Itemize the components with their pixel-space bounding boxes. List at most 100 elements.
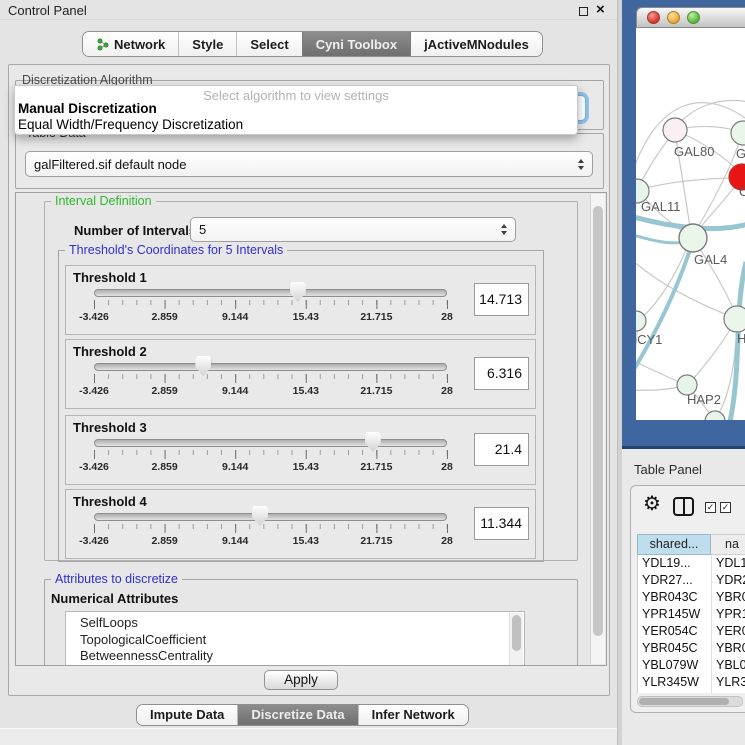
table-row[interactable]: YBL079WYBL0 [638, 657, 745, 674]
bottom-strip [0, 728, 617, 745]
number-of-intervals-spinner[interactable]: 5 [190, 217, 516, 242]
table-data-selected-value: galFiltered.sif default node [26, 157, 578, 172]
table-row[interactable]: YDL19...YDL1 [638, 555, 745, 572]
horizontal-scrollbar[interactable] [637, 696, 743, 707]
threshold-1-label: Threshold 1 [73, 270, 147, 285]
threshold-2-panel: Threshold 2 -3.426 2.859 9.144 15.43 21.… [65, 339, 536, 409]
slider-ticks [94, 374, 449, 383]
float-window-icon[interactable] [579, 7, 588, 16]
list-item[interactable]: TopologicalCoefficient [66, 632, 524, 649]
thresholds-group-title: Threshold's Coordinates for 5 Intervals [65, 243, 287, 257]
table-rows: YDL19...YDL1 YDR27...YDR2 YBR043CYBR0 YP… [637, 555, 745, 693]
list-scrollbar-thumb[interactable] [512, 615, 521, 651]
gear-icon[interactable]: ⚙ [643, 494, 661, 514]
threshold-3-label: Threshold 3 [73, 420, 147, 435]
column-header-shared-name[interactable]: shared... [637, 534, 711, 555]
table-panel: Table Panel ⚙ ✓ ✓ shared... na YDL19...Y… [622, 449, 745, 745]
table-row[interactable]: YLR345WYLR3 [638, 674, 745, 691]
settings-scrollbar[interactable] [590, 194, 605, 664]
table-row[interactable]: YBR043CYBR0 [638, 589, 745, 606]
network-window-titlebar[interactable] [636, 7, 745, 28]
network-view-window: GAL80 GA C GAL11 GAL4 GCY1 H HAP2 [622, 0, 745, 449]
tab-infer-network[interactable]: Infer Network [358, 705, 468, 725]
slider-ticks [94, 300, 449, 309]
split-table-icon[interactable] [673, 497, 694, 516]
svg-text:H: H [737, 331, 745, 346]
list-item[interactable]: SelfLoops [66, 612, 524, 632]
threshold-4-thumb[interactable] [252, 506, 268, 526]
threshold-4-value-field[interactable]: 11.344 [474, 507, 529, 540]
attributes-group: Attributes to discretize Numerical Attri… [44, 579, 578, 666]
tab-jactivemnodules[interactable]: jActiveMNodules [410, 32, 542, 56]
combo-arrows-icon [578, 159, 584, 170]
network-node[interactable] [705, 411, 725, 420]
network-node[interactable] [679, 224, 707, 252]
threshold-2-thumb[interactable] [195, 356, 211, 376]
tab-discretize-data[interactable]: Discretize Data [237, 705, 357, 725]
network-node[interactable] [724, 306, 745, 332]
tab-cyni-toolbox[interactable]: Cyni Toolbox [302, 32, 410, 56]
attributes-group-title: Attributes to discretize [51, 572, 182, 586]
table-row[interactable]: YDR27...YDR2 [638, 572, 745, 589]
panel-title: Control Panel [8, 3, 87, 18]
tab-network-label: Network [114, 37, 165, 52]
zoom-traffic-light[interactable] [687, 11, 700, 24]
horizontal-scrollbar-thumb[interactable] [639, 698, 729, 705]
threshold-1-panel: Threshold 1 -3.426 2.859 9.144 15.43 21.… [65, 265, 536, 335]
threshold-4-panel: Threshold 4 -3.426 2.859 9.144 15.43 21.… [65, 489, 536, 559]
interval-definition-title: Interval Definition [51, 194, 156, 208]
thresholds-group: Threshold's Coordinates for 5 Intervals … [58, 250, 544, 562]
close-traffic-light[interactable] [647, 11, 660, 24]
threshold-1-thumb[interactable] [290, 282, 306, 302]
column-header-name[interactable]: na [711, 534, 745, 555]
network-canvas[interactable]: GAL80 GA C GAL11 GAL4 GCY1 H HAP2 [636, 28, 745, 420]
algorithm-option-manual[interactable]: Manual Discretization [15, 101, 577, 117]
table-row[interactable]: YPR145WYPR1 [638, 606, 745, 623]
number-of-intervals-value: 5 [191, 222, 501, 237]
threshold-2-label: Threshold 2 [73, 344, 147, 359]
checkbox-icon[interactable]: ✓ [720, 502, 731, 513]
tab-impute-data[interactable]: Impute Data [137, 705, 237, 725]
table-row[interactable]: YBR045CYBR0 [638, 640, 745, 657]
network-node[interactable] [731, 121, 745, 145]
threshold-1-slider-track[interactable] [94, 289, 447, 297]
list-item[interactable]: BetweennessCentrality [66, 648, 524, 665]
svg-text:GAL80: GAL80 [674, 144, 714, 159]
table-data-combobox[interactable]: galFiltered.sif default node [25, 151, 593, 177]
threshold-1-value-field[interactable]: 14.713 [474, 283, 529, 316]
control-panel-titlebar: Control Panel × [0, 0, 617, 20]
minimize-traffic-light[interactable] [667, 11, 680, 24]
threshold-2-value-field[interactable]: 6.316 [474, 357, 529, 390]
algorithm-dropdown-popup: Select algorithm to view settings Manual… [14, 85, 578, 135]
threshold-3-slider-track[interactable] [94, 439, 447, 447]
algorithm-placeholder-option[interactable]: Select algorithm to view settings [15, 86, 577, 101]
threshold-4-slider-track[interactable] [94, 513, 447, 521]
tab-style[interactable]: Style [178, 32, 236, 56]
network-icon [96, 38, 109, 51]
close-icon[interactable]: × [596, 0, 605, 20]
top-tab-bar: Network Style Select Cyni Toolbox jActiv… [82, 31, 543, 57]
control-panel: Control Panel × Network Style Select Cyn… [0, 0, 618, 745]
threshold-3-thumb[interactable] [365, 432, 381, 452]
interval-definition-group: Interval Definition Number of Intervals … [44, 201, 578, 561]
threshold-2-slider-track[interactable] [94, 363, 447, 371]
apply-button[interactable]: Apply [264, 670, 338, 690]
svg-text:GA: GA [736, 146, 745, 161]
network-node[interactable] [663, 118, 687, 142]
table-row[interactable]: YER054CYER0 [638, 623, 745, 640]
threshold-3-value-field[interactable]: 21.4 [474, 433, 529, 466]
network-node[interactable] [636, 311, 646, 331]
numerical-attributes-label: Numerical Attributes [51, 591, 178, 606]
spinner-arrows-icon [501, 224, 507, 235]
table-row[interactable]: YIL052CYIL0 [638, 691, 745, 693]
algorithm-option-equal-width[interactable]: Equal Width/Frequency Discretization [15, 117, 577, 133]
list-scrollbar[interactable] [509, 613, 523, 666]
bottom-tab-bar: Impute Data Discretize Data Infer Networ… [136, 704, 469, 726]
tab-network[interactable]: Network [83, 32, 178, 56]
checkbox-icon[interactable]: ✓ [705, 502, 716, 513]
table-data-group: Table Data galFiltered.sif default node [15, 133, 604, 189]
settings-scrollbar-thumb[interactable] [593, 206, 603, 636]
svg-text:HAP2: HAP2 [687, 392, 721, 407]
tab-select[interactable]: Select [236, 32, 301, 56]
svg-text:GAL11: GAL11 [641, 199, 681, 214]
